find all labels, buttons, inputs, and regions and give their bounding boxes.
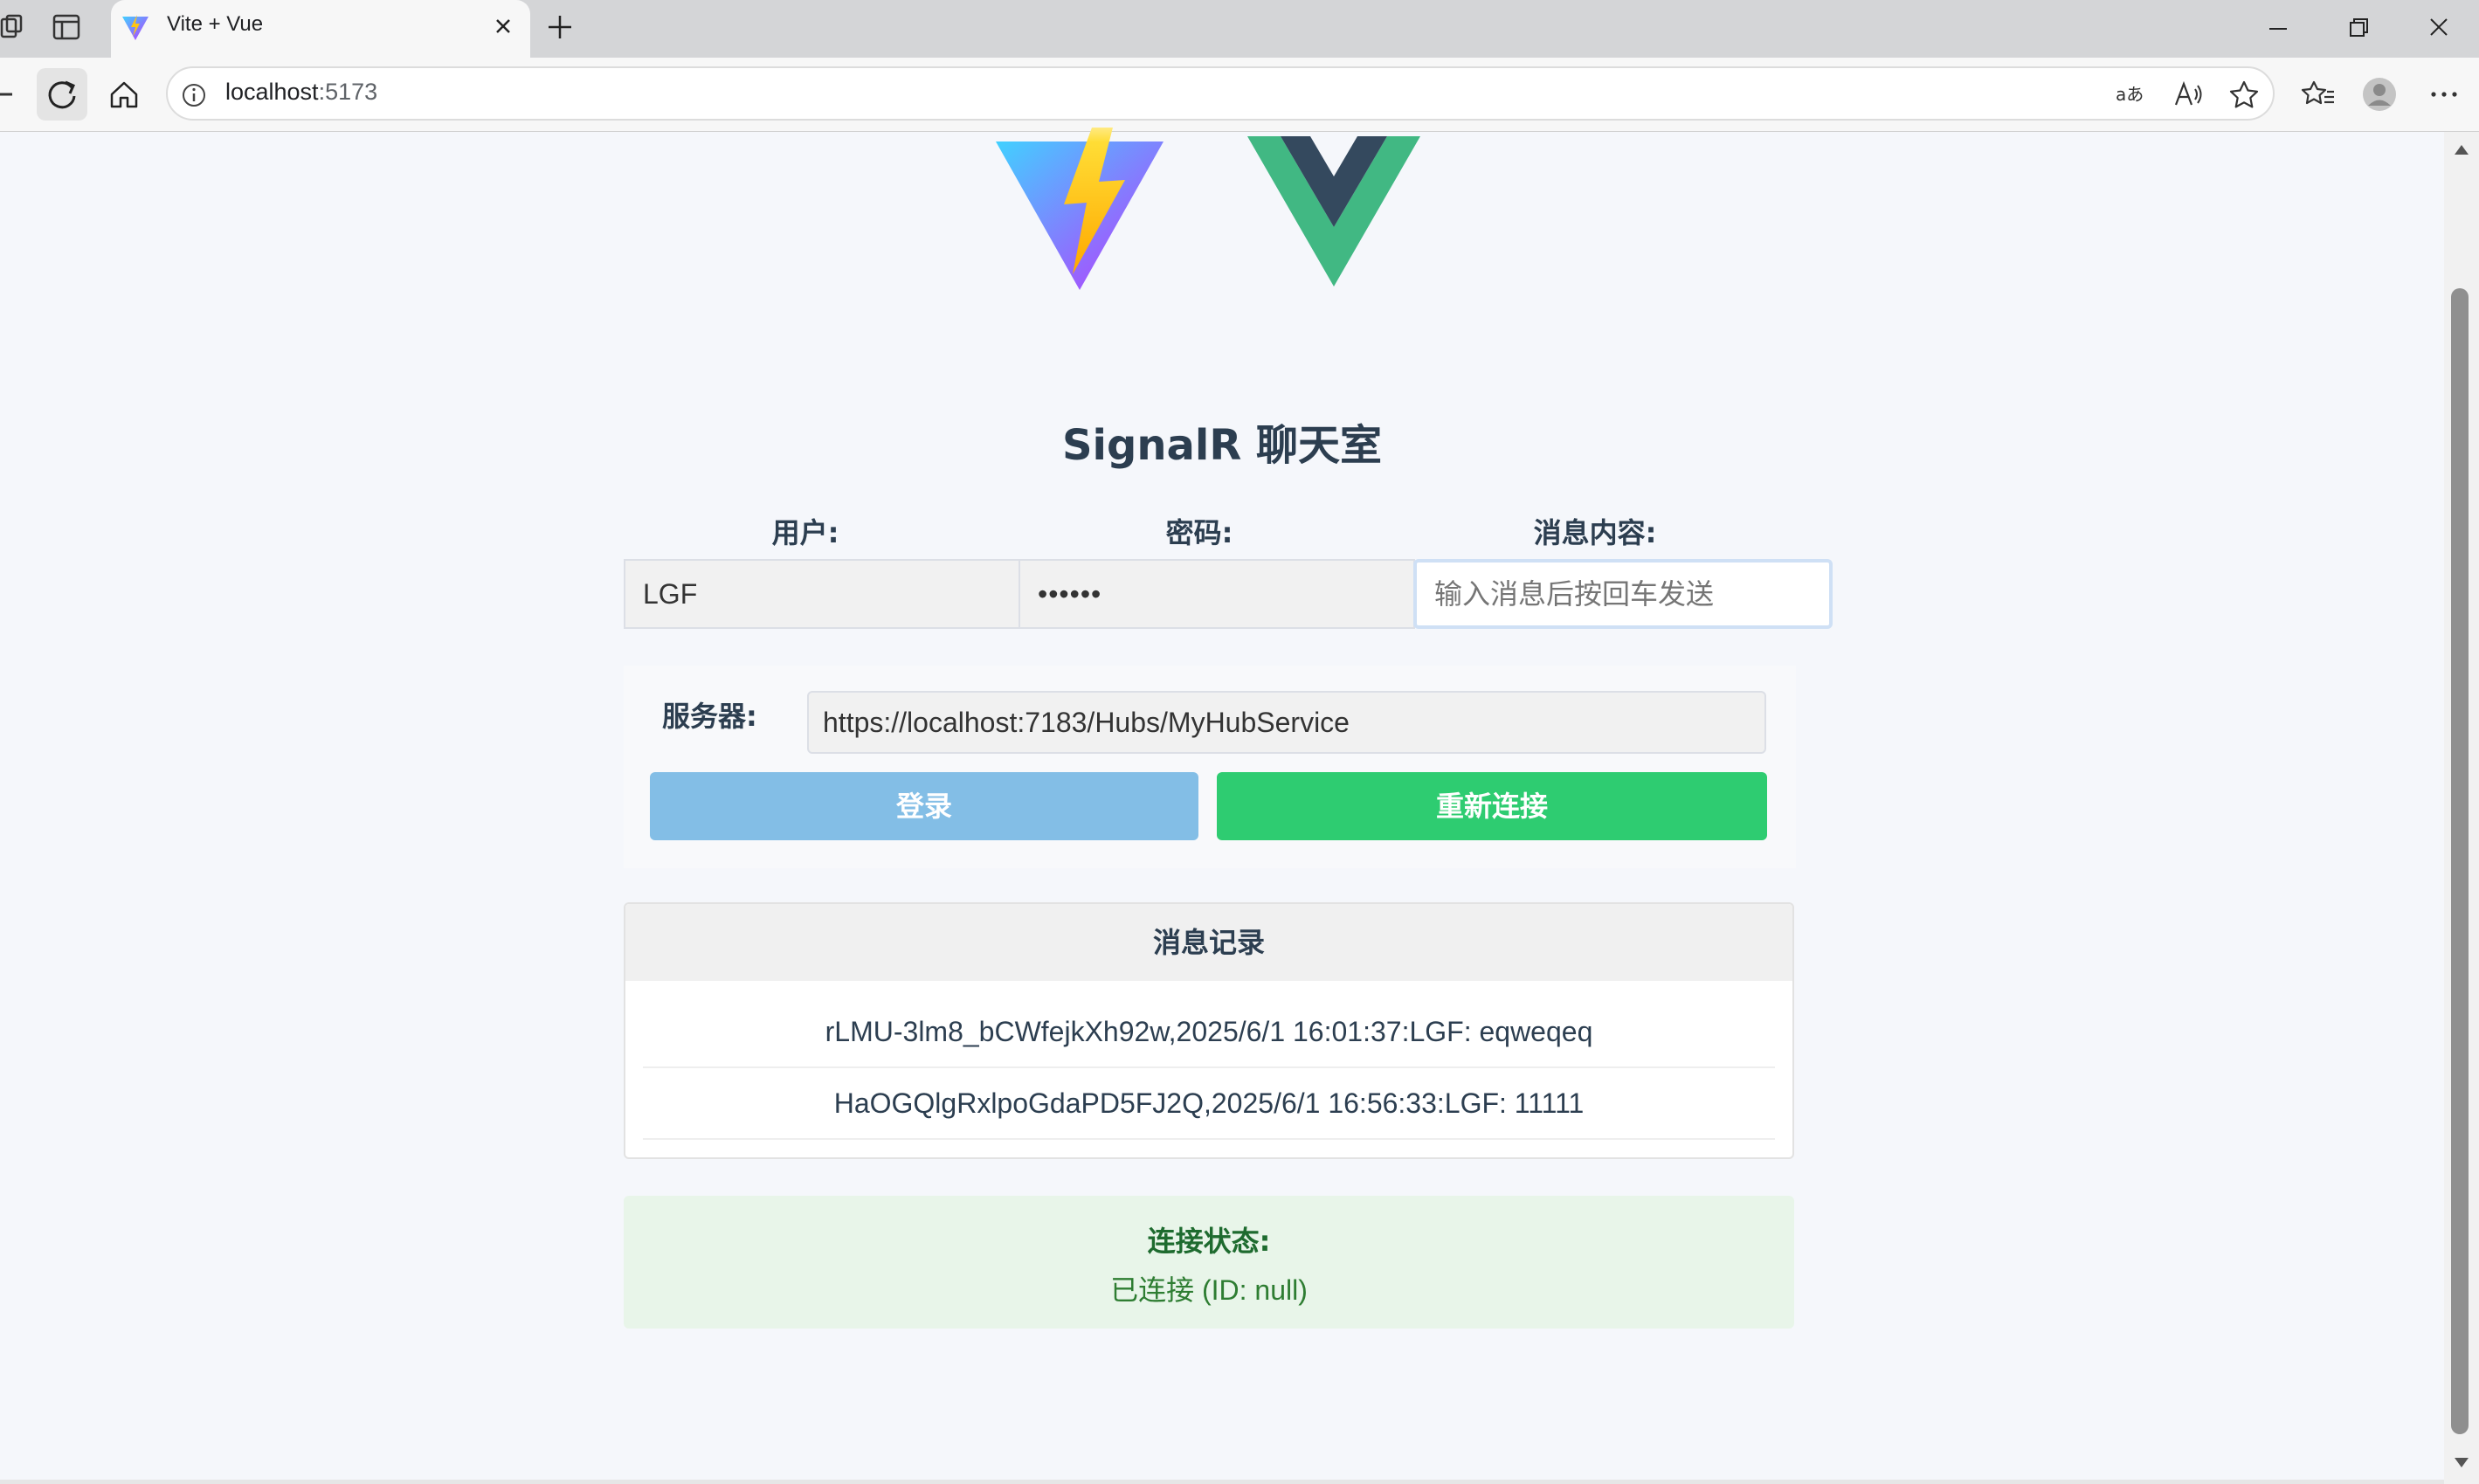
password-label: 密码: xyxy=(1165,516,1233,549)
url-text[interactable]: localhost:5173 xyxy=(225,79,377,106)
new-tab-icon[interactable] xyxy=(543,10,577,44)
scrollbar-thumb[interactable] xyxy=(2451,288,2469,1434)
favorite-star-icon[interactable] xyxy=(2227,79,2261,110)
reload-button[interactable] xyxy=(37,68,87,121)
home-icon[interactable] xyxy=(105,77,143,112)
log-entry: rLMU-3lm8_bCWfejkXh92w,2025/6/1 16:01:37… xyxy=(643,997,1775,1068)
message-input[interactable]: 输入消息后按回车发送 xyxy=(1413,559,1833,629)
read-aloud-icon[interactable] xyxy=(2172,79,2205,110)
back-icon[interactable] xyxy=(0,84,12,105)
message-log-panel: 消息记录 rLMU-3lm8_bCWfejkXh92w,2025/6/1 16:… xyxy=(624,902,1794,1159)
tab-title: Vite + Vue xyxy=(167,12,264,36)
favorites-icon[interactable] xyxy=(2301,77,2336,112)
svg-text:aあ: aあ xyxy=(2116,84,2144,105)
minimize-icon[interactable] xyxy=(2261,12,2296,44)
connection-status-panel xyxy=(624,1196,1794,1329)
scroll-down-icon[interactable] xyxy=(2449,1453,2474,1473)
translate-icon[interactable]: aあ xyxy=(2114,79,2147,110)
user-label: 用户: xyxy=(771,516,839,549)
message-log-title: 消息记录 xyxy=(625,904,1792,981)
message-label: 消息内容: xyxy=(1533,516,1657,549)
workspaces-icon[interactable] xyxy=(0,12,23,42)
address-bar[interactable] xyxy=(166,66,2275,121)
tab-actions-icon[interactable] xyxy=(51,12,82,42)
close-window-icon[interactable] xyxy=(2421,12,2456,44)
site-info-icon[interactable] xyxy=(179,80,209,110)
chrome-divider xyxy=(0,131,2479,132)
scroll-up-icon[interactable] xyxy=(2449,140,2474,159)
vite-favicon-icon xyxy=(122,15,148,40)
url-port: :5173 xyxy=(318,79,378,105)
connection-status-value: 已连接 (ID: null) xyxy=(1110,1274,1308,1306)
close-tab-icon[interactable] xyxy=(489,12,517,40)
reload-icon xyxy=(48,80,76,109)
connection-status-label: 连接状态: xyxy=(1147,1225,1271,1258)
log-entry: HaOGQlgRxlpoGdaPD5FJ2Q,2025/6/1 16:56:33… xyxy=(643,1068,1775,1140)
vite-logo xyxy=(996,128,1164,290)
restore-icon[interactable] xyxy=(2341,12,2376,44)
server-label: 服务器: xyxy=(662,700,757,733)
page-title: SignalR 聊天室 xyxy=(1061,421,1383,470)
server-url-input[interactable]: https://localhost:7183/Hubs/MyHubService xyxy=(807,691,1766,754)
page-bottom-edge xyxy=(0,1480,2444,1484)
more-options-icon[interactable] xyxy=(2427,77,2462,112)
url-host: localhost xyxy=(225,79,319,105)
reconnect-button[interactable]: 重新连接 xyxy=(1217,772,1767,840)
user-input[interactable]: LGF xyxy=(624,559,1020,629)
profile-avatar-icon[interactable] xyxy=(2362,77,2397,112)
login-button[interactable]: 登录 xyxy=(650,772,1198,840)
vue-logo xyxy=(1247,136,1420,286)
password-input[interactable]: •••••• xyxy=(1019,559,1415,629)
